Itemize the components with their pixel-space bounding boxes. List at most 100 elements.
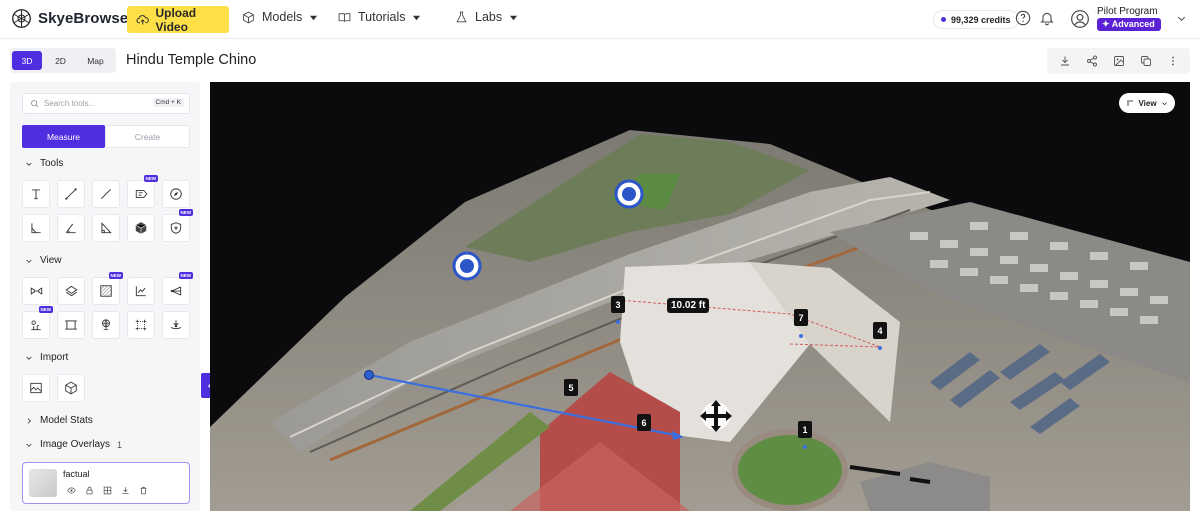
label-tool-button[interactable]: NEW (127, 175, 158, 208)
cross-section-tool-button[interactable] (22, 277, 50, 305)
user-avatar-icon (1071, 9, 1089, 28)
trash-icon[interactable] (139, 486, 148, 495)
top-navigation-bar: SkyeBrowse Upload Video Models Tutorials… (0, 0, 1200, 39)
duplicate-button[interactable] (1132, 48, 1159, 74)
download-icon[interactable] (121, 486, 130, 495)
cross-section-icon (30, 287, 42, 295)
view-options-button[interactable]: View (1119, 93, 1175, 113)
plan-badge: ✦ Advanced (1097, 18, 1161, 31)
nav-tutorials[interactable]: Tutorials (338, 10, 421, 24)
eye-icon[interactable] (67, 486, 76, 495)
new-badge: NEW (38, 306, 53, 313)
profile-chart-tool-button[interactable] (127, 277, 155, 305)
caret-down-icon (310, 15, 318, 20)
section-view[interactable]: View (25, 255, 62, 266)
overlay-item[interactable]: factual (22, 462, 190, 504)
overlay-thumbnail (29, 469, 57, 497)
new-badge: NEW (143, 175, 158, 182)
viewshed-tool-button[interactable]: NEW (162, 272, 193, 305)
credits-dot (941, 17, 946, 22)
plane-tool-button[interactable] (57, 277, 85, 305)
measurement-marker[interactable]: 5 (564, 379, 578, 396)
distance-measurement-label[interactable]: 10.02 ft (667, 298, 710, 313)
tool-search[interactable]: Search tools... Cmd + K (22, 93, 190, 114)
3d-model-scene (210, 130, 1190, 511)
tab-create[interactable]: Create (105, 125, 190, 148)
compass-tool-button[interactable] (162, 180, 190, 208)
text-icon (31, 189, 41, 200)
tab-measure[interactable]: Measure (22, 125, 105, 148)
chevron-down-icon (26, 443, 32, 447)
bell-icon[interactable] (1039, 10, 1055, 26)
download-button[interactable] (1051, 48, 1078, 74)
user-menu[interactable]: Pilot Program ✦ Advanced (1070, 6, 1187, 31)
globe-tool-button[interactable] (92, 311, 120, 339)
frame-tool-button[interactable] (57, 311, 85, 339)
section-import[interactable]: Import (25, 352, 68, 363)
compass-icon (170, 188, 182, 200)
section-image-overlays[interactable]: Image Overlays 1 (25, 439, 122, 450)
app-logo[interactable]: SkyeBrowse (11, 8, 128, 29)
model-toolbar: 3D 2D Map Hindu Temple Chino (0, 40, 1200, 81)
help-icon[interactable] (1015, 10, 1031, 26)
volume-tool-button[interactable] (127, 214, 155, 242)
measure-tools-grid: NEW NEW (22, 175, 193, 242)
angle-icon (65, 223, 76, 234)
angle-tool-button[interactable] (57, 214, 85, 242)
view-mode-map[interactable]: Map (79, 51, 112, 70)
section-view-label: View (40, 255, 62, 266)
measurement-marker[interactable]: 4 (873, 322, 887, 339)
more-options-button[interactable] (1159, 48, 1186, 74)
measurement-marker[interactable]: 3 (611, 296, 625, 313)
nav-labs[interactable]: Labs (455, 10, 518, 24)
section-model-stats[interactable]: Model Stats (25, 415, 93, 426)
plan-star-icon: ✦ (1102, 19, 1112, 29)
frame-icon (65, 320, 77, 330)
drone-tool-button[interactable] (162, 311, 190, 339)
grid-icon[interactable] (103, 486, 112, 495)
image-button[interactable] (1105, 48, 1132, 74)
view-mode-2d[interactable]: 2D (44, 51, 77, 70)
section-tools-label: Tools (40, 158, 64, 169)
share-icon (1086, 55, 1097, 67)
height-tool-button[interactable] (92, 214, 120, 242)
credits-badge[interactable]: 99,329 credits (933, 10, 1019, 29)
app-name: SkyeBrowse (38, 10, 129, 27)
right-triangle-icon (101, 222, 112, 234)
import-model-button[interactable] (57, 374, 85, 402)
nav-models[interactable]: Models (242, 10, 318, 24)
drone-icon (171, 320, 181, 330)
overlay-name: factual (63, 469, 90, 479)
upload-video-button[interactable]: Upload Video (127, 5, 229, 34)
download-icon (1060, 56, 1069, 66)
cube-outline-icon (65, 381, 77, 395)
measurement-marker[interactable]: 7 (794, 309, 808, 326)
chevron-right-icon (27, 417, 31, 424)
3d-viewport[interactable]: View 10.02 ft 3 7 4 5 6 1 (210, 82, 1190, 511)
shield-tool-button[interactable]: NEW (162, 209, 193, 242)
import-tools-grid (22, 374, 190, 402)
tools-sidebar: Search tools... Cmd + K Measure Create T… (10, 82, 200, 511)
line-tool-button[interactable] (92, 180, 120, 208)
share-button[interactable] (1078, 48, 1105, 74)
corner-tool-button[interactable] (22, 214, 50, 242)
upload-video-label: Upload Video (155, 5, 197, 34)
texture-tool-button[interactable]: NEW (92, 272, 123, 305)
distance-tool-button[interactable] (57, 180, 85, 208)
section-tools[interactable]: Tools (25, 158, 63, 169)
new-badge: NEW (178, 209, 193, 216)
shield-plus-icon (170, 222, 182, 234)
lock-icon[interactable] (85, 486, 94, 495)
view-mode-3d[interactable]: 3D (12, 51, 42, 70)
sun-tool-button[interactable]: NEW (22, 306, 53, 339)
model-title: Hindu Temple Chino (126, 52, 257, 68)
text-tool-button[interactable] (22, 180, 50, 208)
chevron-down-icon (26, 356, 32, 360)
measurement-marker[interactable]: 6 (637, 414, 651, 431)
image-icon (1113, 56, 1124, 66)
chevron-down-icon (1177, 16, 1185, 21)
import-image-button[interactable] (22, 374, 50, 402)
nav-tutorials-label: Tutorials (358, 10, 406, 24)
measurement-marker[interactable]: 1 (798, 421, 812, 438)
crop-tool-button[interactable] (127, 311, 155, 339)
